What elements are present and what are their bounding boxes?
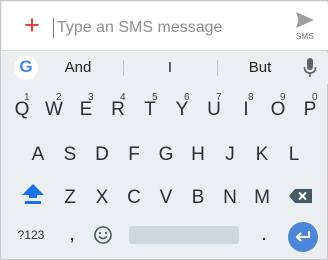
suggestion-but[interactable]: But [232, 58, 288, 78]
comma-key[interactable]: , [64, 220, 80, 248]
key-m-letter: M [254, 187, 270, 208]
key-u[interactable]: 7 U [199, 89, 229, 129]
backspace-key[interactable] [286, 181, 316, 213]
backspace-icon [289, 189, 312, 203]
key-e-letter: E [79, 99, 93, 120]
key-o-letter: O [270, 99, 286, 120]
google-icon[interactable]: G [14, 56, 38, 80]
key-t-letter: T [144, 99, 156, 120]
key-t[interactable]: 5 T [135, 89, 165, 129]
key-d[interactable]: D [87, 134, 117, 174]
key-n-letter: N [223, 187, 237, 208]
key-w[interactable]: 2 W [39, 89, 69, 129]
add-attachment-button[interactable]: + [21, 10, 43, 40]
suggestion-divider [217, 60, 218, 76]
key-h-letter: H [191, 144, 205, 165]
shift-key[interactable] [19, 181, 47, 213]
key-i-letter: I [243, 99, 249, 120]
key-i[interactable]: 8 I [231, 89, 261, 129]
enter-arrow-icon [295, 231, 310, 242]
key-q[interactable]: 1 Q [7, 89, 37, 129]
suggestion-i[interactable]: I [142, 58, 198, 78]
sms-keyboard-screen: + SMS G And I But 1 Q 2 [0, 0, 328, 260]
period-key[interactable]: . [257, 220, 271, 248]
key-x[interactable]: X [87, 177, 117, 217]
shift-arrow-icon [22, 184, 44, 204]
suggestion-and[interactable]: And [50, 58, 106, 78]
suggestion-divider [123, 60, 124, 76]
key-f[interactable]: F [119, 134, 149, 174]
key-p-letter: P [303, 99, 317, 120]
key-c[interactable]: C [119, 177, 149, 217]
key-r-letter: R [111, 99, 125, 120]
suggestion-strip: G And I But [2, 52, 328, 84]
key-w-letter: W [45, 99, 63, 120]
message-input[interactable] [57, 13, 277, 43]
key-d-letter: D [95, 144, 109, 165]
microphone-icon[interactable] [302, 57, 318, 79]
symbols-key[interactable]: ?123 [14, 224, 48, 246]
key-s[interactable]: S [55, 134, 85, 174]
key-a[interactable]: A [23, 134, 53, 174]
key-f-letter: F [128, 144, 140, 165]
key-o[interactable]: 9 O [263, 89, 293, 129]
key-p[interactable]: 0 P [295, 89, 325, 129]
key-h[interactable]: H [183, 134, 213, 174]
enter-key[interactable] [288, 222, 318, 252]
key-a-letter: A [31, 144, 45, 165]
key-g[interactable]: G [151, 134, 181, 174]
key-r[interactable]: 4 R [103, 89, 133, 129]
key-l-letter: L [288, 144, 300, 165]
key-y-letter: Y [175, 99, 189, 120]
send-icon [296, 12, 314, 28]
key-c-letter: C [127, 187, 141, 208]
key-b[interactable]: B [183, 177, 213, 217]
key-b-letter: B [191, 187, 205, 208]
key-l[interactable]: L [279, 134, 309, 174]
key-u-letter: U [207, 99, 221, 120]
key-m[interactable]: M [247, 177, 277, 217]
key-v-letter: V [159, 187, 173, 208]
google-logo-letter: G [19, 57, 33, 76]
key-z[interactable]: Z [55, 177, 85, 217]
key-j-letter: J [225, 144, 235, 165]
key-y[interactable]: 6 Y [167, 89, 197, 129]
key-x-letter: X [95, 187, 109, 208]
key-n[interactable]: N [215, 177, 245, 217]
key-k[interactable]: K [247, 134, 277, 174]
compose-bar: + SMS [2, 2, 328, 51]
key-q-letter: Q [14, 99, 30, 120]
key-e[interactable]: 3 E [71, 89, 101, 129]
send-sms-button[interactable]: SMS [287, 9, 323, 45]
emoji-icon[interactable] [93, 225, 113, 245]
send-sms-label: SMS [295, 32, 315, 41]
key-z-letter: Z [64, 187, 76, 208]
key-s-letter: S [63, 144, 77, 165]
space-bar[interactable] [129, 226, 239, 244]
key-k-letter: K [255, 144, 269, 165]
key-v[interactable]: V [151, 177, 181, 217]
text-cursor [53, 18, 54, 38]
key-g-letter: G [158, 144, 174, 165]
key-j[interactable]: J [215, 134, 245, 174]
